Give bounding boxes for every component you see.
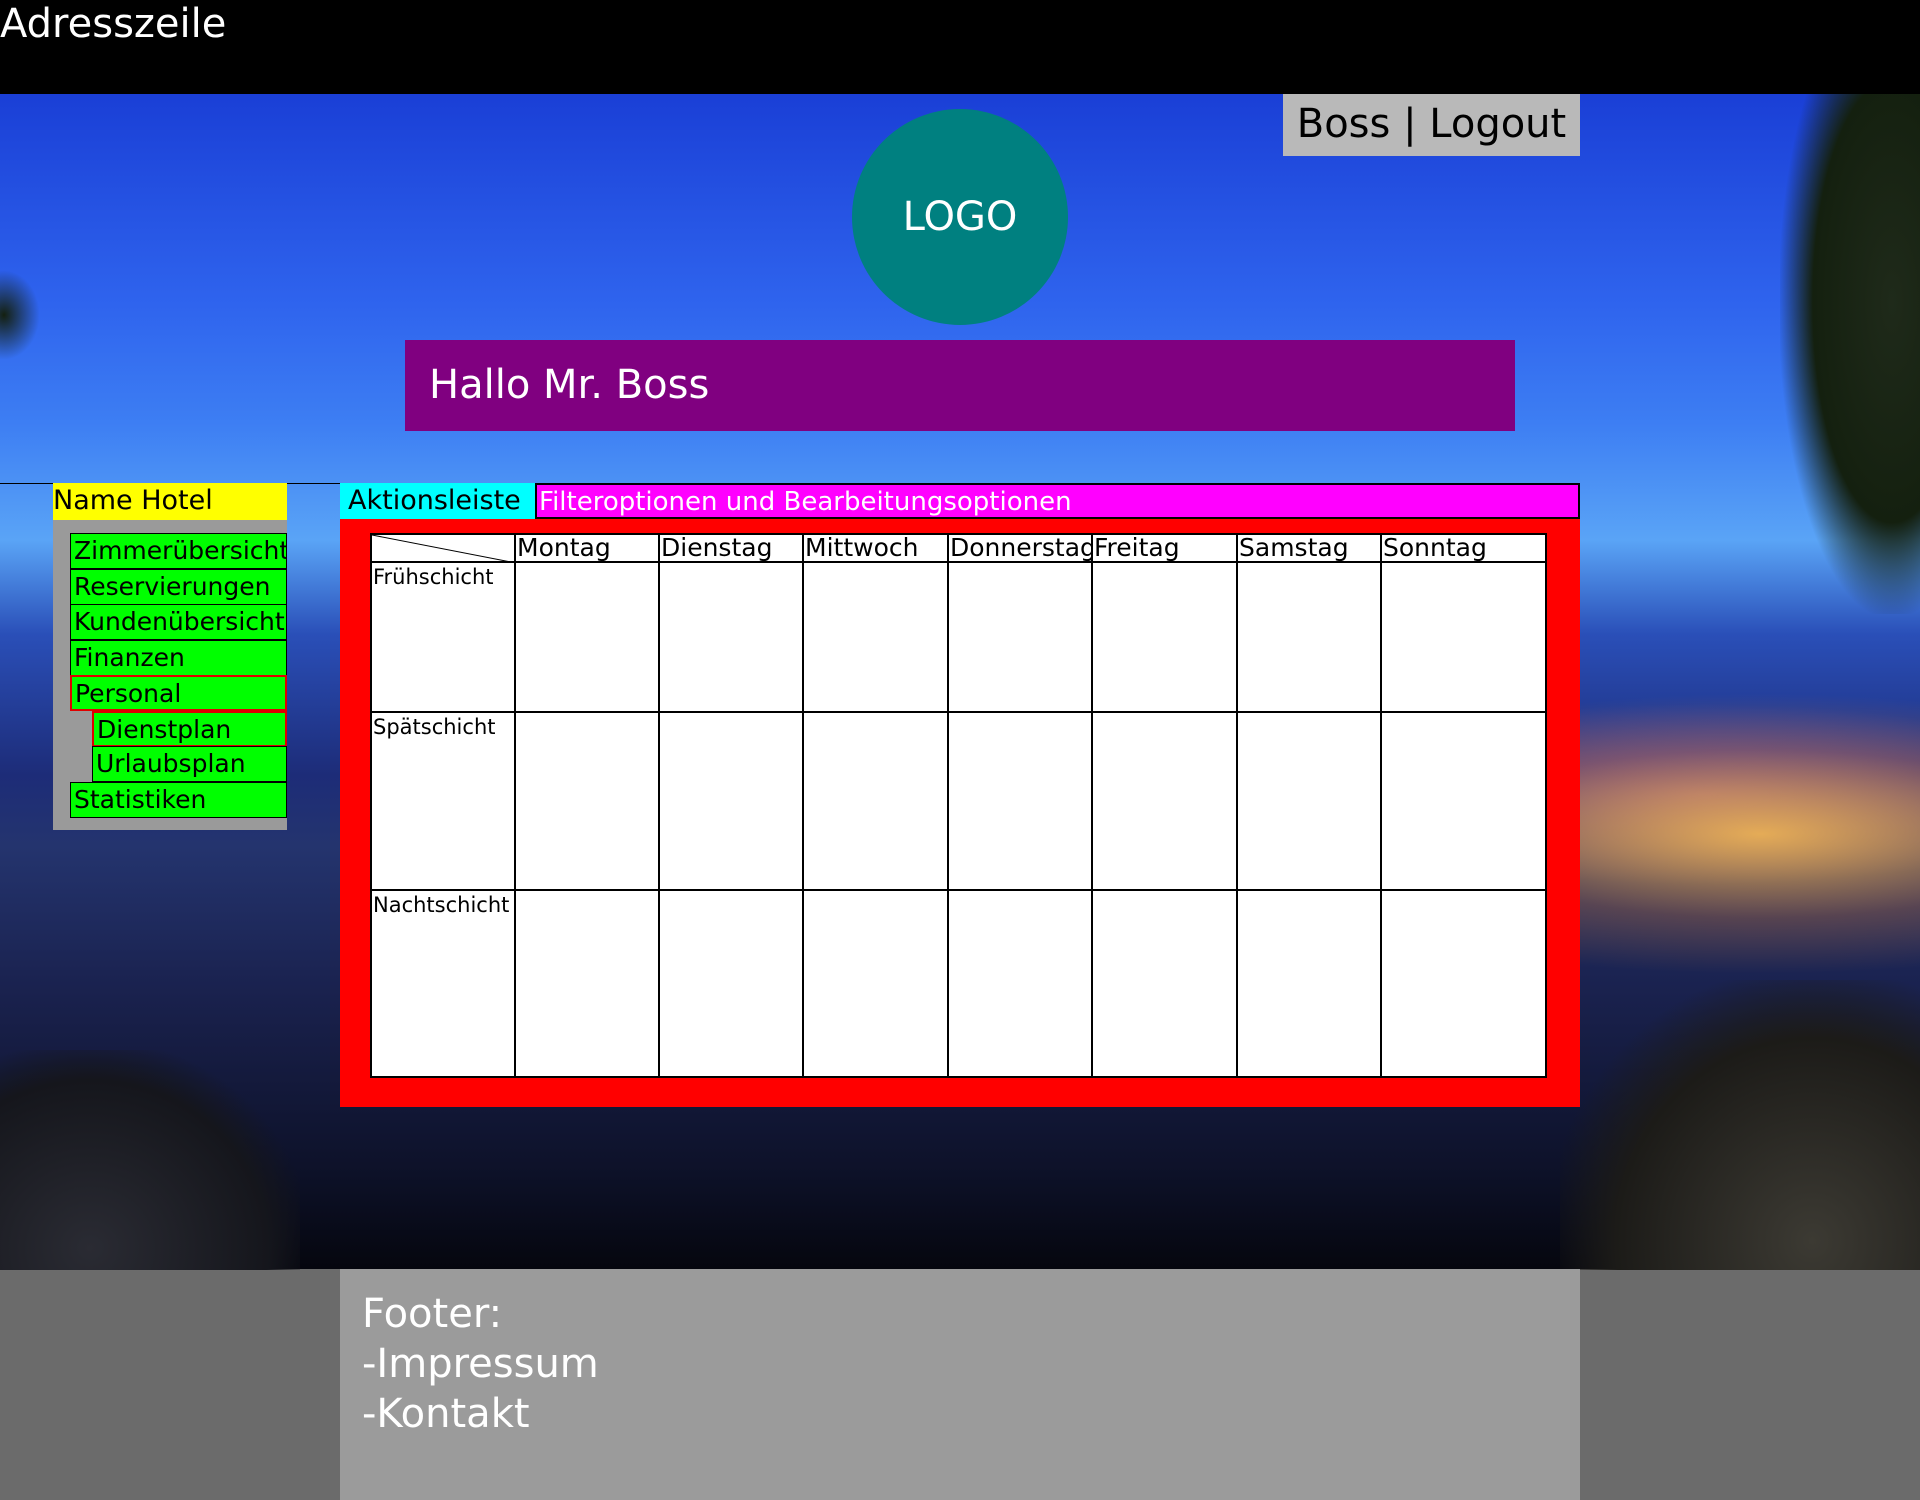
schedule-cell[interactable] [514, 889, 660, 1078]
day-header: Montag [514, 533, 660, 563]
sidebar-subitem-dienstplan[interactable]: Dienstplan [92, 711, 287, 747]
schedule-cell[interactable] [1236, 889, 1382, 1078]
schedule-cell[interactable] [658, 561, 804, 713]
day-header: Donnerstag [947, 533, 1093, 563]
schedule-cell[interactable] [802, 889, 949, 1078]
sidebar-item-reservierungen[interactable]: Reservierungen [70, 569, 287, 605]
day-header: Mittwoch [802, 533, 949, 563]
day-header: Freitag [1091, 533, 1238, 563]
sidebar-item-finanzen[interactable]: Finanzen [70, 640, 287, 676]
browser-address-bar[interactable]: Adresszeile [0, 0, 1920, 94]
schedule-cell[interactable] [514, 711, 660, 891]
tree-left-decoration [0, 270, 40, 360]
schedule-cell[interactable] [1380, 561, 1547, 713]
greeting-banner: Hallo Mr. Boss [405, 340, 1515, 431]
rocks-left-decoration [0, 1050, 300, 1270]
schedule-cell[interactable] [1236, 711, 1382, 891]
schedule-cell[interactable] [1091, 561, 1238, 713]
schedule-cell[interactable] [1091, 889, 1238, 1078]
footer-link-kontakt[interactable]: -Kontakt [362, 1389, 1558, 1439]
sidebar-subitem-urlaubsplan[interactable]: Urlaubsplan [92, 746, 287, 782]
schedule-cell[interactable] [802, 711, 949, 891]
sidebar-item-statistiken[interactable]: Statistiken [70, 782, 287, 818]
table-row: Spätschicht [370, 711, 1547, 891]
schedule-cell[interactable] [1091, 711, 1238, 891]
schedule-cell[interactable] [658, 889, 804, 1078]
address-bar-label: Adresszeile [0, 1, 227, 47]
sidebar-item-zimmeruebersicht[interactable]: Zimmerübersicht [70, 533, 287, 569]
logo-text: LOGO [902, 194, 1018, 240]
user-logout-link[interactable]: Boss | Logout [1283, 94, 1580, 156]
schedule-cell[interactable] [514, 561, 660, 713]
shift-label: Frühschicht [370, 561, 516, 713]
schedule-cell[interactable] [1236, 561, 1382, 713]
table-row: Frühschicht [370, 561, 1547, 713]
schedule-cell[interactable] [947, 711, 1093, 891]
sidebar-item-kundenuebersicht[interactable]: Kundenübersicht [70, 604, 287, 640]
footer-heading: Footer: [362, 1291, 503, 1337]
schedule-cell[interactable] [658, 711, 804, 891]
sidebar-item-personal[interactable]: Personal [70, 675, 287, 711]
shift-label: Spätschicht [370, 711, 516, 891]
schedule-cell[interactable] [947, 561, 1093, 713]
footer-link-impressum[interactable]: -Impressum [362, 1339, 1558, 1389]
tree-right-decoration [1780, 94, 1920, 614]
schedule-cell[interactable] [1380, 889, 1547, 1078]
hotel-name: Name Hotel [53, 483, 287, 520]
shift-label: Nachtschicht [370, 889, 516, 1078]
day-header: Dienstag [658, 533, 804, 563]
day-header: Samstag [1236, 533, 1382, 563]
action-bar-label: Aktionsleiste [340, 483, 535, 519]
schedule-cell[interactable] [947, 889, 1093, 1078]
rocks-right-decoration [1560, 980, 1920, 1270]
schedule-corner-cell [370, 533, 516, 563]
footer: Footer: -Impressum -Kontakt [340, 1269, 1580, 1500]
schedule-cell[interactable] [802, 561, 949, 713]
logo[interactable]: LOGO [852, 109, 1068, 325]
filter-options-bar[interactable]: Filteroptionen und Bearbeitungsoptionen [535, 483, 1580, 519]
day-header: Sonntag [1380, 533, 1547, 563]
table-row: Nachtschicht [370, 889, 1547, 1078]
diagonal-line [374, 536, 504, 560]
schedule-cell[interactable] [1380, 711, 1547, 891]
duty-schedule-table: Montag Dienstag Mittwoch Donnerstag Frei… [370, 533, 1547, 1078]
